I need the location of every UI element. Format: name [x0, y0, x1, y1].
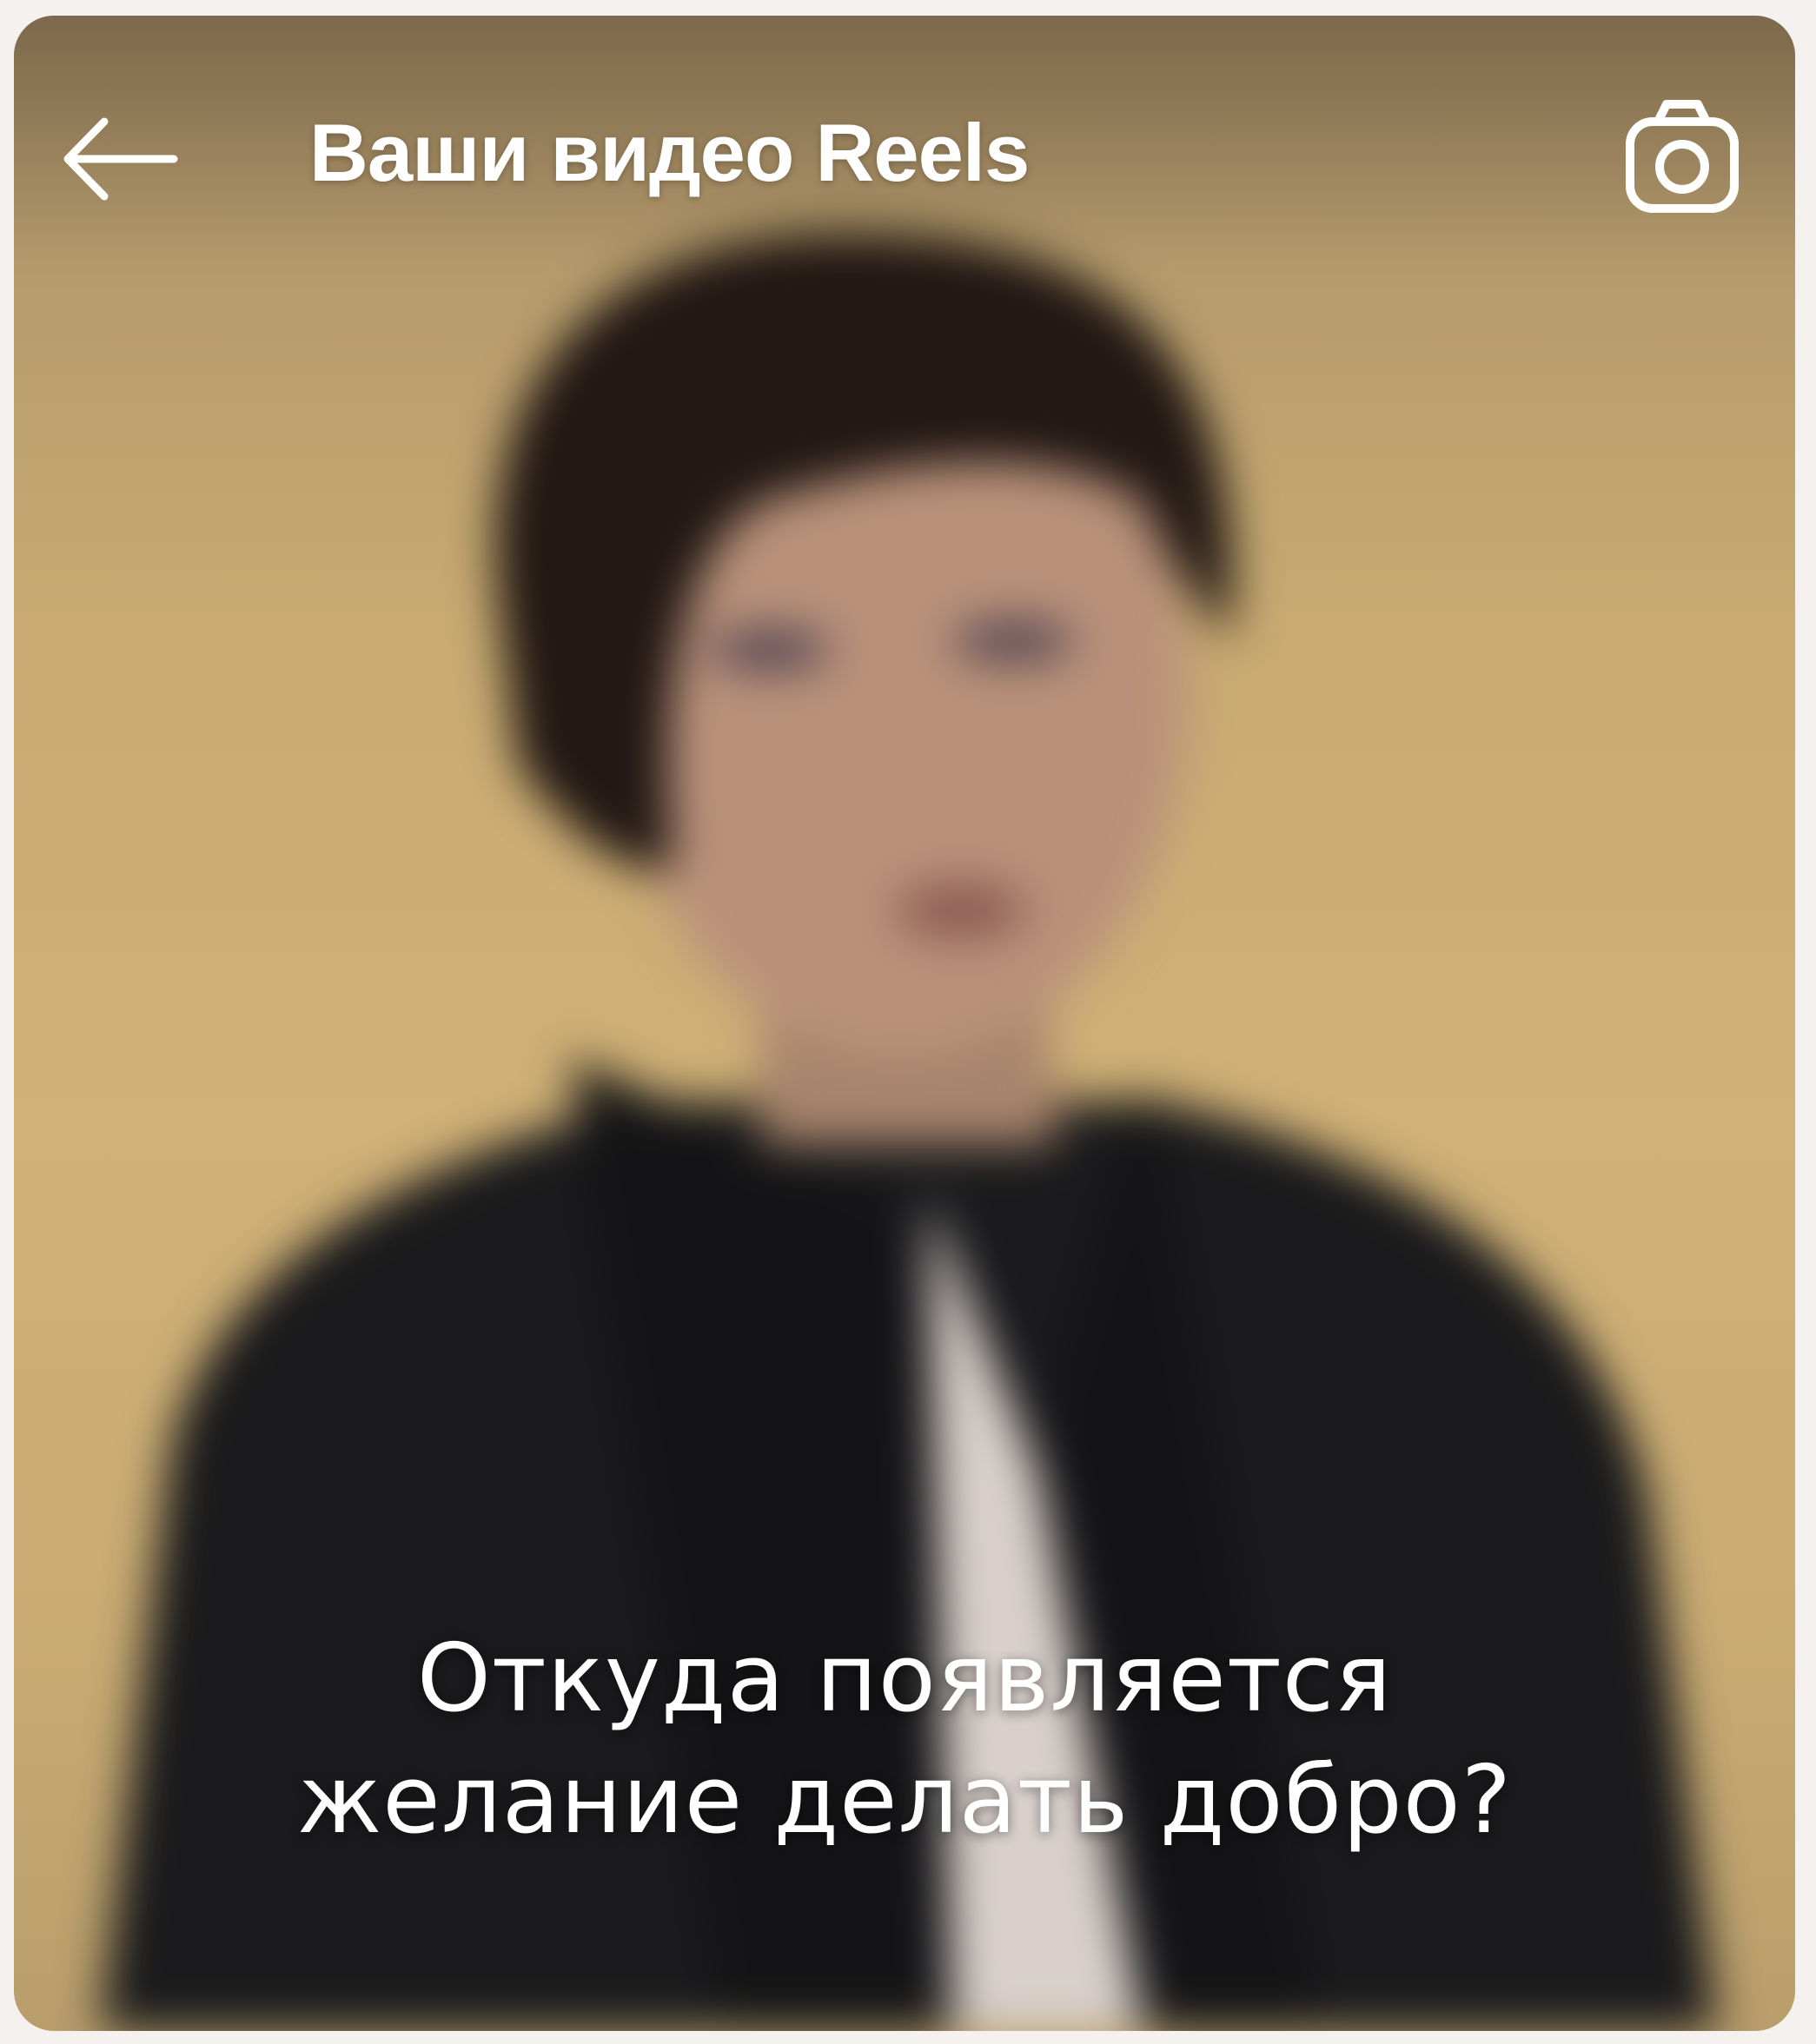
back-button[interactable] — [52, 103, 182, 215]
caption-line-1: Откуда появляется — [416, 1624, 1393, 1733]
header-bar: Ваши видео Reels — [14, 16, 1795, 276]
page-title: Ваши видео Reels — [309, 107, 1030, 198]
arrow-left-icon — [63, 117, 178, 201]
video-caption: Откуда появляется желание делать добро? — [14, 1618, 1795, 1862]
caption-line-2: желание делать добро? — [296, 1746, 1513, 1855]
reels-video-frame[interactable]: Ваши видео Reels Откуда появляется желан… — [14, 16, 1795, 2031]
camera-icon — [1626, 100, 1739, 213]
camera-button[interactable] — [1621, 96, 1743, 217]
